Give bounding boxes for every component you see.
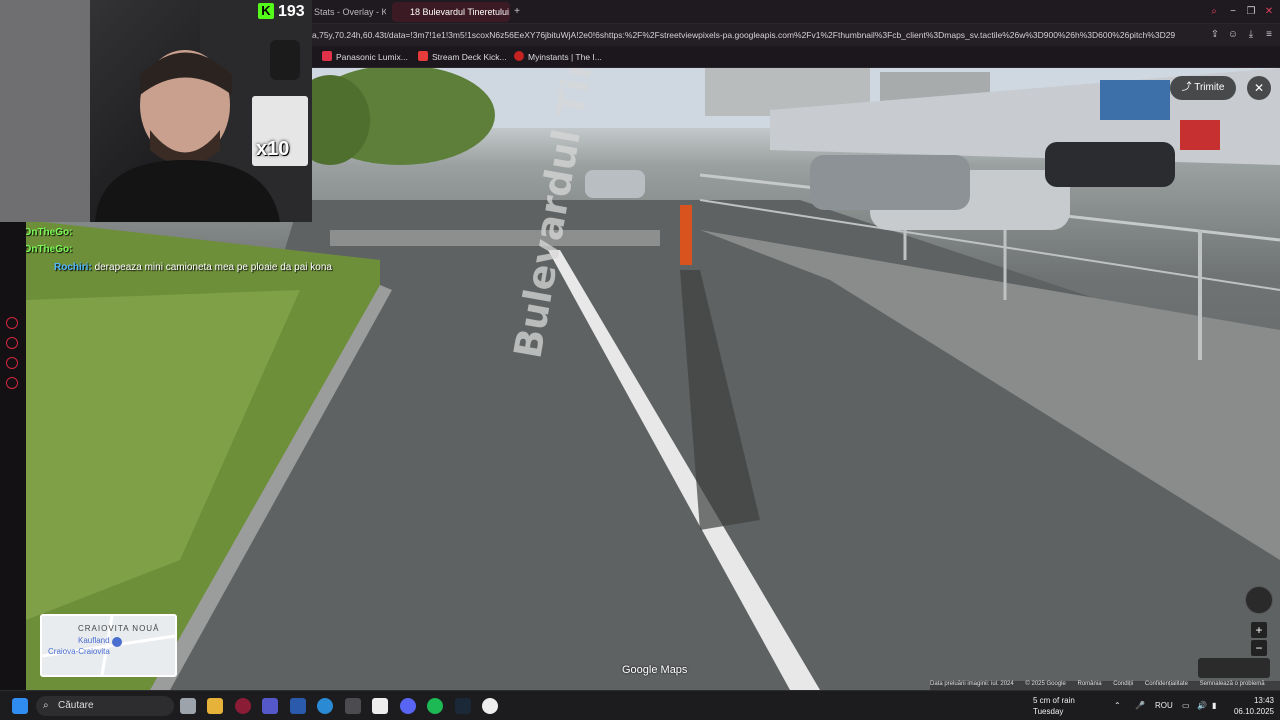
footer-privacy-link[interactable]: Confidențialitate (1145, 681, 1188, 687)
zoom-out-button[interactable]: − (1251, 640, 1267, 656)
profile-icon[interactable]: ☺ (1226, 28, 1240, 42)
minimap[interactable]: CRAIOVITA NOUĂ Kaufland Craiova-Craiovit… (40, 614, 177, 677)
webcam-overlay: K 193 x10 (0, 0, 312, 222)
volume-icon[interactable]: 🔊 (1197, 700, 1207, 711)
bookmark-myinstants[interactable]: Myinstants | The I... (514, 50, 602, 64)
clock-time: 13:43 (1253, 696, 1274, 705)
tray-chevron-icon[interactable]: ⌃ (1114, 700, 1121, 711)
zoom-in-button[interactable]: + (1251, 622, 1267, 638)
footer-country[interactable]: România (1078, 681, 1102, 687)
edge-icon[interactable] (317, 698, 333, 714)
clock[interactable]: 13:43 06.10.2025 (1230, 695, 1274, 717)
maximize-icon[interactable]: ❐ (1244, 5, 1258, 19)
footer-capture-date: Data preluării imaginii: iul. 2024 (930, 681, 1014, 687)
taskbar-search[interactable]: ⌕ Căutare (36, 696, 174, 716)
youtube-icon (418, 51, 428, 61)
spotify-icon[interactable] (427, 698, 443, 714)
url-field[interactable]: a,75y,70.24h,60.43t/data=!3m7!1e1!3m5!1s… (312, 28, 1202, 42)
google-maps-logo: Google Maps (622, 664, 688, 676)
clock-date: 06.10.2025 (1233, 707, 1274, 716)
share-button[interactable]: ⤴ Trimite (1170, 76, 1236, 100)
search-icon: ⌕ (43, 700, 49, 711)
obs-icon[interactable] (482, 698, 498, 714)
screen: Bulevardul Tineretului Stats - Overlay -… (0, 0, 1280, 720)
minimap-area-label: CRAIOVITA NOUĂ (78, 624, 160, 633)
chat-icon[interactable] (6, 357, 18, 369)
bookmark-streamdeck[interactable]: Stream Deck Kick... (418, 50, 507, 64)
taskbar: ⌕ Căutare 5 cm of rain Tuesday ⌃ 🎤 ROU ▭… (0, 690, 1280, 720)
word-icon[interactable] (290, 698, 306, 714)
network-icon[interactable]: ▭ (1182, 700, 1190, 711)
multiplier-overlay: x10 (252, 96, 308, 166)
weather-day: Tuesday (1033, 707, 1064, 716)
footer-terms-link[interactable]: Condiții (1113, 681, 1133, 687)
search-placeholder: Căutare (58, 700, 94, 711)
opera-gx-icon[interactable] (235, 698, 251, 714)
footer-copyright: © 2025 Google (1025, 681, 1066, 687)
steam-icon[interactable] (455, 698, 471, 714)
chat-message: Rochiri: derapeaza mini camioneta mea pe… (54, 261, 332, 275)
follower-count: K 193 (258, 2, 305, 22)
record-icon[interactable] (6, 317, 18, 329)
chat-text: derapeaza mini camioneta mea pe ploaie d… (94, 262, 332, 273)
bookmark-label: Panasonic Lumix... (336, 52, 408, 62)
layers-control[interactable] (1198, 658, 1270, 678)
overlay-sidebar (0, 222, 26, 690)
minimap-sub-label: Craiova-Craiovita (48, 647, 110, 656)
multiplier-label: x10 (256, 138, 290, 160)
microphone-icon[interactable]: 🎤 (1135, 700, 1145, 711)
tab-street-view[interactable]: 18 Bulevardul Tineretului (392, 2, 510, 22)
chat-username: Rochiri: (54, 262, 92, 273)
footer-report-link[interactable]: Semnalează o problemă (1200, 681, 1265, 687)
download-icon[interactable]: ⤓ (1244, 28, 1258, 42)
tab-stats-overlay[interactable]: Stats - Overlay - Kic (306, 2, 386, 22)
menu-icon[interactable]: ≡ (1262, 28, 1276, 42)
windows-start-icon[interactable] (12, 698, 28, 714)
language-indicator[interactable]: ROU (1155, 700, 1173, 711)
bookmark-label: Myinstants | The I... (528, 52, 602, 62)
new-tab-icon[interactable]: + (510, 5, 524, 19)
clock-icon[interactable] (6, 337, 18, 349)
follower-count-value: 193 (278, 3, 305, 20)
minimap-place-label: Kaufland (78, 636, 110, 645)
weather-text: 5 cm of rain (1033, 696, 1075, 705)
tab-label: 18 Bulevardul Tineretului (410, 7, 510, 17)
battery-icon[interactable]: ▮ (1212, 700, 1216, 711)
share-page-icon[interactable]: ⇪ (1208, 28, 1222, 42)
window-close-icon[interactable]: ✕ (1262, 5, 1276, 19)
weather-widget[interactable]: 5 cm of rain Tuesday (1033, 695, 1075, 717)
search-icon[interactable]: ⌕ (1207, 5, 1221, 19)
share-label: Trimite (1194, 82, 1225, 93)
discord-icon[interactable] (400, 698, 416, 714)
bookmark-label: Stream Deck Kick... (432, 52, 507, 62)
share-icon: ⤴ (1181, 82, 1195, 93)
minimize-icon[interactable]: − (1226, 5, 1240, 19)
store-icon[interactable] (372, 698, 388, 714)
app-icon[interactable] (345, 698, 361, 714)
kick-icon: K (258, 3, 274, 19)
bookmark-panasonic[interactable]: Panasonic Lumix... (322, 50, 408, 64)
close-street-view-button[interactable]: ✕ (1247, 76, 1271, 100)
settings-icon[interactable] (6, 377, 18, 389)
maps-footer: Data preluării imaginii: iul. 2024 © 202… (930, 681, 1280, 690)
bookmark-icon (322, 51, 332, 61)
task-view-icon[interactable] (180, 698, 196, 714)
compass-icon[interactable] (1245, 586, 1273, 614)
file-explorer-icon[interactable] (207, 698, 223, 714)
myinstants-icon (514, 51, 524, 61)
teams-icon[interactable] (262, 698, 278, 714)
